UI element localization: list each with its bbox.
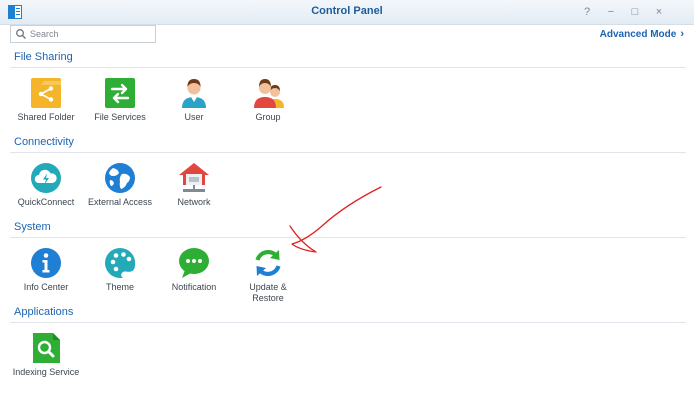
item-label: Info Center <box>23 282 69 292</box>
item-label: QuickConnect <box>17 197 75 207</box>
item-theme[interactable]: Theme <box>85 247 155 293</box>
item-file-services[interactable]: File Services <box>85 77 155 123</box>
quickconnect-icon <box>31 163 61 193</box>
item-indexing-service[interactable]: Indexing Service <box>11 332 81 378</box>
help-button[interactable]: ? <box>580 5 594 19</box>
item-user[interactable]: User <box>159 77 229 123</box>
search-input[interactable] <box>30 27 150 41</box>
refresh-icon <box>255 250 281 276</box>
user-icon <box>182 79 206 108</box>
maximize-button[interactable]: □ <box>628 5 642 19</box>
shared-folder-icon <box>31 78 61 108</box>
close-button[interactable]: × <box>652 5 666 19</box>
control-panel-window: Control Panel ? − □ × Advanced Mode› Fil… <box>0 0 694 398</box>
item-label: Indexing Service <box>12 367 80 377</box>
chevron-right-icon: › <box>680 28 684 40</box>
network-house-icon <box>179 163 209 192</box>
item-label: Notification <box>171 282 217 292</box>
item-quickconnect[interactable]: QuickConnect <box>11 162 81 208</box>
item-notification[interactable]: Notification <box>159 247 229 293</box>
chat-bubble-icon <box>179 248 209 278</box>
item-label: User <box>184 112 204 122</box>
item-label: Theme <box>105 282 134 292</box>
section-divider <box>10 237 686 238</box>
group-icon <box>254 79 284 108</box>
info-icon <box>31 248 61 278</box>
section-title-connectivity: Connectivity <box>14 136 74 148</box>
section-divider <box>10 67 686 68</box>
palette-icon <box>105 247 136 278</box>
advanced-mode-link[interactable]: Advanced Mode › <box>600 28 684 40</box>
section-divider <box>10 322 686 323</box>
title-bar[interactable]: Control Panel ? − □ × <box>0 0 694 25</box>
item-group[interactable]: Group <box>233 77 303 123</box>
item-shared-folder[interactable]: Shared Folder <box>11 77 81 123</box>
item-label: File Services <box>94 112 146 122</box>
item-label: External Access <box>87 197 153 207</box>
item-label: Network <box>177 197 211 207</box>
item-network[interactable]: Network <box>159 162 229 208</box>
indexing-search-icon <box>33 333 60 363</box>
section-title-file-sharing: File Sharing <box>14 51 73 63</box>
section-divider <box>10 152 686 153</box>
advanced-mode-label: Advanced Mode <box>599 29 677 40</box>
item-external-access[interactable]: External Access <box>85 162 155 208</box>
item-label: Shared Folder <box>17 112 75 122</box>
item-label: Update & Restore <box>249 282 287 303</box>
item-label: Group <box>255 112 281 122</box>
item-info-center[interactable]: Info Center <box>11 247 81 293</box>
section-title-applications: Applications <box>14 306 74 318</box>
globe-icon <box>105 163 135 193</box>
file-services-icon <box>105 78 135 108</box>
minimize-button[interactable]: − <box>604 5 618 19</box>
item-update-restore[interactable]: Update & Restore <box>233 247 303 304</box>
section-title-system: System <box>14 221 51 233</box>
search-field[interactable] <box>10 25 156 43</box>
search-icon <box>16 29 26 39</box>
